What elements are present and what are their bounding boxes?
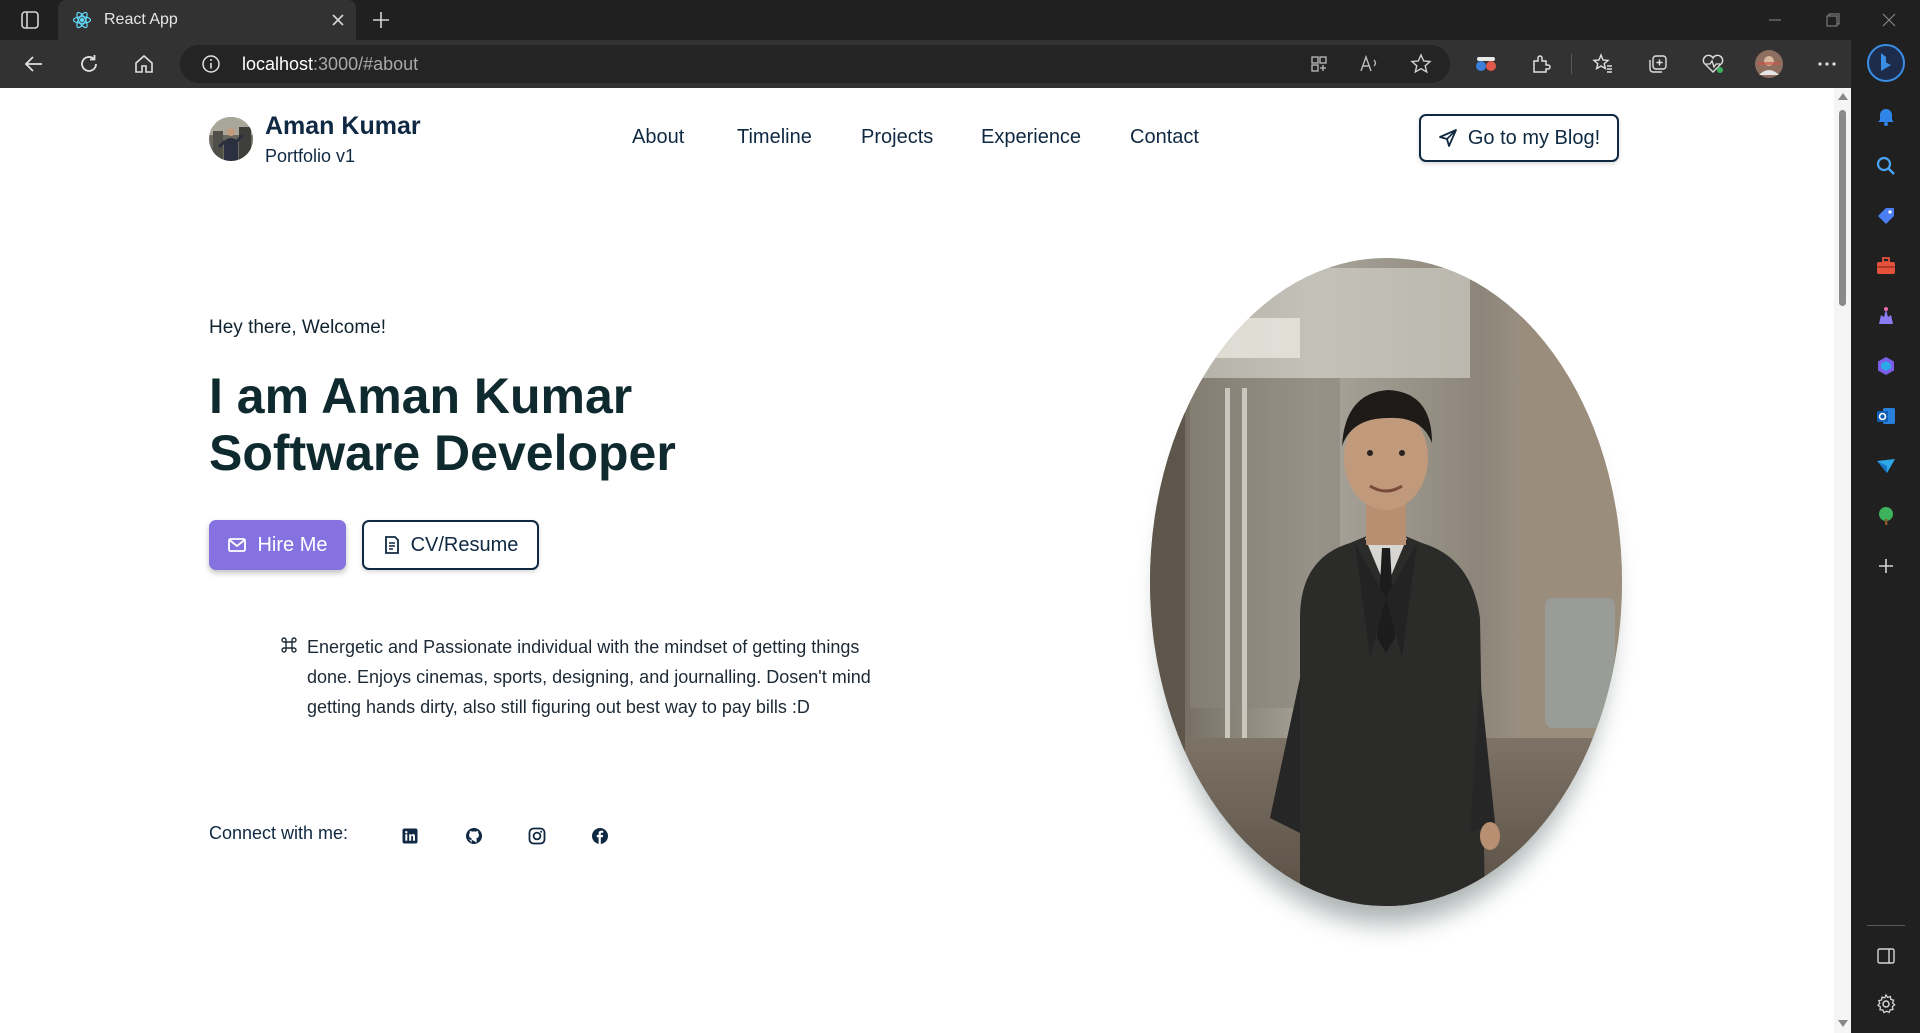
favorites-icon[interactable] — [1586, 47, 1620, 81]
profile-avatar-icon[interactable] — [1752, 47, 1786, 81]
add-sidebar-app-icon[interactable] — [1870, 550, 1902, 582]
site-info-icon[interactable] — [201, 54, 221, 74]
drop-icon[interactable] — [1870, 450, 1902, 482]
extension-glasses-icon[interactable] — [1469, 47, 1503, 81]
outlook-icon[interactable] — [1870, 400, 1902, 432]
blog-button[interactable]: Go to my Blog! — [1419, 114, 1619, 162]
games-icon[interactable] — [1870, 300, 1902, 332]
facebook-icon[interactable] — [589, 825, 611, 847]
app-available-icon[interactable] — [1302, 47, 1336, 81]
tools-briefcase-icon[interactable] — [1870, 250, 1902, 282]
search-icon[interactable] — [1870, 150, 1902, 182]
document-icon — [383, 535, 401, 555]
browser-toolbar: localhost:3000/#about — [0, 40, 1920, 88]
microsoft-365-icon[interactable] — [1870, 350, 1902, 382]
back-icon[interactable] — [17, 47, 51, 81]
site-subtitle: Portfolio v1 — [265, 146, 356, 166]
shopping-tag-icon[interactable] — [1870, 200, 1902, 232]
react-icon — [72, 10, 92, 30]
hide-sidebar-icon[interactable] — [1870, 940, 1902, 972]
site-avatar[interactable] — [209, 117, 253, 161]
profile-photo — [1150, 258, 1622, 906]
github-icon[interactable] — [463, 825, 485, 847]
home-icon[interactable] — [127, 47, 161, 81]
tab-actions-icon[interactable] — [20, 10, 40, 30]
connect-label: Connect with me: — [209, 823, 349, 843]
command-icon — [280, 636, 298, 654]
hire-me-button[interactable]: Hire Me — [209, 520, 346, 570]
linkedin-icon[interactable] — [399, 825, 421, 847]
page-viewport: Aman Kumar Portfolio v1 About Timeline P… — [0, 88, 1834, 1033]
read-aloud-icon[interactable] — [1353, 47, 1387, 81]
cv-resume-button[interactable]: CV/Resume — [362, 520, 539, 570]
close-tab-icon[interactable] — [328, 10, 348, 30]
toolbar-divider — [1571, 54, 1572, 74]
bing-copilot-icon[interactable] — [1867, 44, 1905, 82]
url-text: localhost:3000/#about — [242, 54, 419, 74]
scroll-up-arrow[interactable] — [1838, 93, 1848, 100]
nav-projects[interactable]: Projects — [861, 126, 933, 149]
extensions-icon[interactable] — [1524, 47, 1558, 81]
greeting-text: Hey there, Welcome! — [209, 317, 387, 338]
scroll-thumb[interactable] — [1839, 110, 1846, 306]
send-icon — [1438, 128, 1458, 148]
site-name: Aman Kumar — [265, 112, 421, 140]
sidebar-divider — [1867, 925, 1905, 926]
headline-line-1: I am Aman Kumar — [209, 368, 633, 424]
browser-titlebar: React App — [0, 0, 1920, 40]
notifications-icon[interactable] — [1870, 100, 1902, 132]
hero-headline: I am Aman Kumar Software Developer — [209, 368, 676, 482]
cv-resume-label: CV/Resume — [410, 533, 519, 556]
favorite-star-icon[interactable] — [1404, 47, 1438, 81]
blog-button-label: Go to my Blog! — [1467, 126, 1601, 149]
tab-title: React App — [104, 11, 178, 28]
nav-contact[interactable]: Contact — [1130, 126, 1199, 149]
nav-about[interactable]: About — [632, 126, 684, 149]
page-scrollbar[interactable] — [1834, 88, 1851, 1033]
bio-text: Energetic and Passionate individual with… — [307, 637, 871, 717]
browser-tab[interactable]: React App — [58, 0, 356, 40]
nav-experience[interactable]: Experience — [981, 126, 1081, 149]
instagram-icon[interactable] — [526, 825, 548, 847]
close-window-button[interactable] — [1866, 0, 1912, 40]
browser-essentials-icon[interactable] — [1696, 47, 1730, 81]
hire-me-label: Hire Me — [257, 533, 328, 556]
minimize-button[interactable] — [1752, 0, 1798, 40]
edge-sidebar — [1851, 40, 1920, 1033]
collections-icon[interactable] — [1641, 47, 1675, 81]
settings-gear-icon[interactable] — [1870, 988, 1902, 1020]
refresh-icon[interactable] — [72, 47, 106, 81]
restore-button[interactable] — [1810, 0, 1856, 40]
address-bar[interactable]: localhost:3000/#about — [180, 45, 1450, 83]
mail-icon — [227, 536, 247, 554]
nav-timeline[interactable]: Timeline — [737, 126, 812, 149]
tree-icon[interactable] — [1870, 500, 1902, 532]
more-options-icon[interactable] — [1810, 47, 1844, 81]
headline-line-2: Software Developer — [209, 425, 676, 481]
scroll-down-arrow[interactable] — [1838, 1020, 1848, 1027]
new-tab-icon[interactable] — [370, 9, 392, 31]
